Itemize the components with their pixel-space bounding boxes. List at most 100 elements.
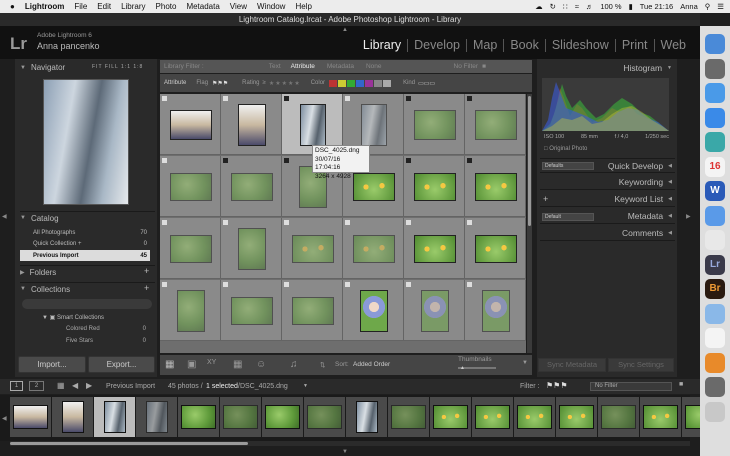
safari-compass-icon[interactable]	[705, 205, 725, 226]
catalog-item-quick-collection[interactable]: Quick Collection + 0	[20, 238, 150, 249]
rating-stars-icon[interactable]: ★★★★★	[269, 80, 301, 87]
sync-settings-button[interactable]: Sync Settings	[608, 358, 674, 372]
filmstrip-thumbnail[interactable]	[355, 401, 378, 433]
pick-flag-icon[interactable]	[406, 96, 411, 101]
histogram-chart[interactable]	[542, 78, 669, 131]
color-label-filter[interactable]	[329, 79, 392, 87]
histogram-header[interactable]: Histogram ▼	[540, 60, 675, 75]
menu-view[interactable]: View	[230, 2, 247, 11]
pick-flag-icon[interactable]	[345, 96, 350, 101]
zoom-fill[interactable]: FILL	[105, 64, 119, 70]
photo-thumbnail[interactable]	[413, 234, 456, 263]
cloud-icon[interactable]: ☁	[535, 2, 543, 11]
rating-operator[interactable]: ≥	[263, 80, 266, 86]
filmstrip-source[interactable]: Previous Import	[106, 383, 155, 390]
filmstrip-thumbnail[interactable]	[181, 405, 216, 429]
top-panel-toggle-icon[interactable]: ▲	[342, 27, 348, 33]
photo-thumbnail[interactable]	[169, 172, 212, 201]
zoom-fit[interactable]: FIT	[92, 64, 102, 70]
pick-flag-icon[interactable]	[223, 158, 228, 163]
catalog-item-previous-import[interactable]: Previous Import 45	[20, 250, 150, 261]
apple-menu-icon[interactable]: ●	[10, 2, 15, 11]
photo-thumbnail[interactable]	[237, 227, 266, 270]
filmstrip-toggle-icon[interactable]: ▼	[342, 449, 348, 455]
menu-window[interactable]: Window	[257, 2, 285, 11]
grid-cell[interactable]	[160, 218, 221, 279]
photos-icon[interactable]	[705, 328, 725, 348]
import-button[interactable]: Import...	[18, 356, 86, 373]
filter-tab-none[interactable]: None	[366, 63, 382, 70]
lightroom-icon[interactable]: Lr	[705, 254, 725, 275]
primary-window-button[interactable]: 1	[10, 381, 23, 391]
grid-cell[interactable]	[465, 94, 526, 155]
thumbnail-slider-handle[interactable]: ▲	[460, 365, 465, 371]
filter-tab-metadata[interactable]: Metadata	[327, 63, 354, 70]
add-keyword-icon[interactable]: +	[543, 194, 548, 204]
module-library[interactable]: Library	[357, 39, 407, 52]
pick-flag-icon[interactable]	[162, 158, 167, 163]
right-panel-toggle-icon[interactable]: ▶	[686, 213, 691, 220]
color-swatch-red[interactable]	[329, 79, 338, 87]
navigator-zoom-options[interactable]: FIT FILL 1:1 1:8	[92, 64, 143, 70]
photo-thumbnail[interactable]	[299, 103, 326, 146]
filmstrip-thumbnail[interactable]	[643, 405, 678, 429]
grid-cell[interactable]	[160, 280, 221, 341]
notification-icon[interactable]: ☰	[717, 2, 724, 11]
photo-thumbnail[interactable]	[360, 103, 387, 146]
filter-tab-text[interactable]: Text	[269, 63, 281, 70]
navigator-preview[interactable]	[43, 79, 129, 205]
filmstrip-thumbnail[interactable]	[145, 401, 168, 433]
finder-icon[interactable]	[705, 34, 725, 54]
original-photo-checkbox[interactable]: □ Original Photo	[544, 146, 587, 152]
grid-cell[interactable]	[282, 218, 343, 279]
catalog-item-all-photographs[interactable]: All Photographs 70	[20, 227, 150, 238]
pick-flag-icon[interactable]	[223, 220, 228, 225]
filmstrip-thumbnail[interactable]	[103, 401, 126, 433]
photo-thumbnail[interactable]	[230, 296, 273, 325]
keywording-header[interactable]: Keywording ◀	[540, 175, 675, 190]
user-menu[interactable]: Anna	[680, 2, 698, 11]
filmstrip-scrollbar[interactable]	[10, 441, 690, 446]
photo-thumbnail[interactable]	[237, 103, 266, 146]
photos-app-icon[interactable]	[705, 132, 725, 152]
pick-flag-icon[interactable]	[467, 220, 472, 225]
photo-thumbnail[interactable]	[352, 234, 395, 263]
pick-flag-icon[interactable]	[223, 282, 228, 287]
people-view-icon[interactable]: ☺	[256, 359, 266, 370]
menu-photo[interactable]: Photo	[156, 2, 177, 11]
menu-help[interactable]: Help	[295, 2, 311, 11]
photo-thumbnail[interactable]	[359, 289, 388, 332]
metadata-preset-select[interactable]: Default	[542, 213, 594, 221]
grid-cell[interactable]	[404, 218, 465, 279]
module-book[interactable]: Book	[503, 39, 545, 52]
filmstrip-thumbnail[interactable]	[517, 405, 552, 429]
filmstrip-scroll-left-icon[interactable]: ◀	[2, 415, 7, 422]
filmstrip-scrollbar-thumb[interactable]	[10, 442, 248, 445]
photo-thumbnail[interactable]	[291, 296, 334, 325]
filmstrip-cell[interactable]	[388, 397, 429, 437]
filmstrip-cell[interactable]	[220, 397, 261, 437]
filmstrip-cell[interactable]	[178, 397, 219, 437]
calendar-icon[interactable]: 16	[705, 156, 725, 177]
pick-flag-icon[interactable]	[406, 282, 411, 287]
battery-label[interactable]: 100 %	[600, 2, 621, 11]
pick-flag-icon[interactable]	[467, 158, 472, 163]
filter-tab-attribute[interactable]: Attribute	[291, 63, 315, 70]
grid-cell[interactable]	[343, 280, 404, 341]
grid-cell[interactable]	[221, 94, 282, 155]
photo-thumbnail[interactable]	[413, 109, 456, 140]
grid-cell[interactable]	[465, 156, 526, 217]
chrome-icon[interactable]	[705, 230, 725, 250]
spotlight-icon[interactable]: ⚲	[705, 2, 711, 11]
module-web[interactable]: Web	[653, 39, 692, 52]
pick-flag-icon[interactable]	[467, 96, 472, 101]
secondary-window-button[interactable]: 2	[29, 381, 44, 391]
trash-icon[interactable]	[705, 401, 725, 422]
grid-cell[interactable]	[160, 156, 221, 217]
filmstrip-cell[interactable]	[304, 397, 345, 437]
filmstrip-thumbnail[interactable]	[475, 405, 510, 429]
folders-header[interactable]: ▶ Folders	[20, 265, 155, 278]
filmstrip-thumbnail[interactable]	[433, 405, 468, 429]
grid-cell[interactable]	[160, 94, 221, 155]
grid-shortcut-icon[interactable]: ▦	[57, 381, 65, 390]
